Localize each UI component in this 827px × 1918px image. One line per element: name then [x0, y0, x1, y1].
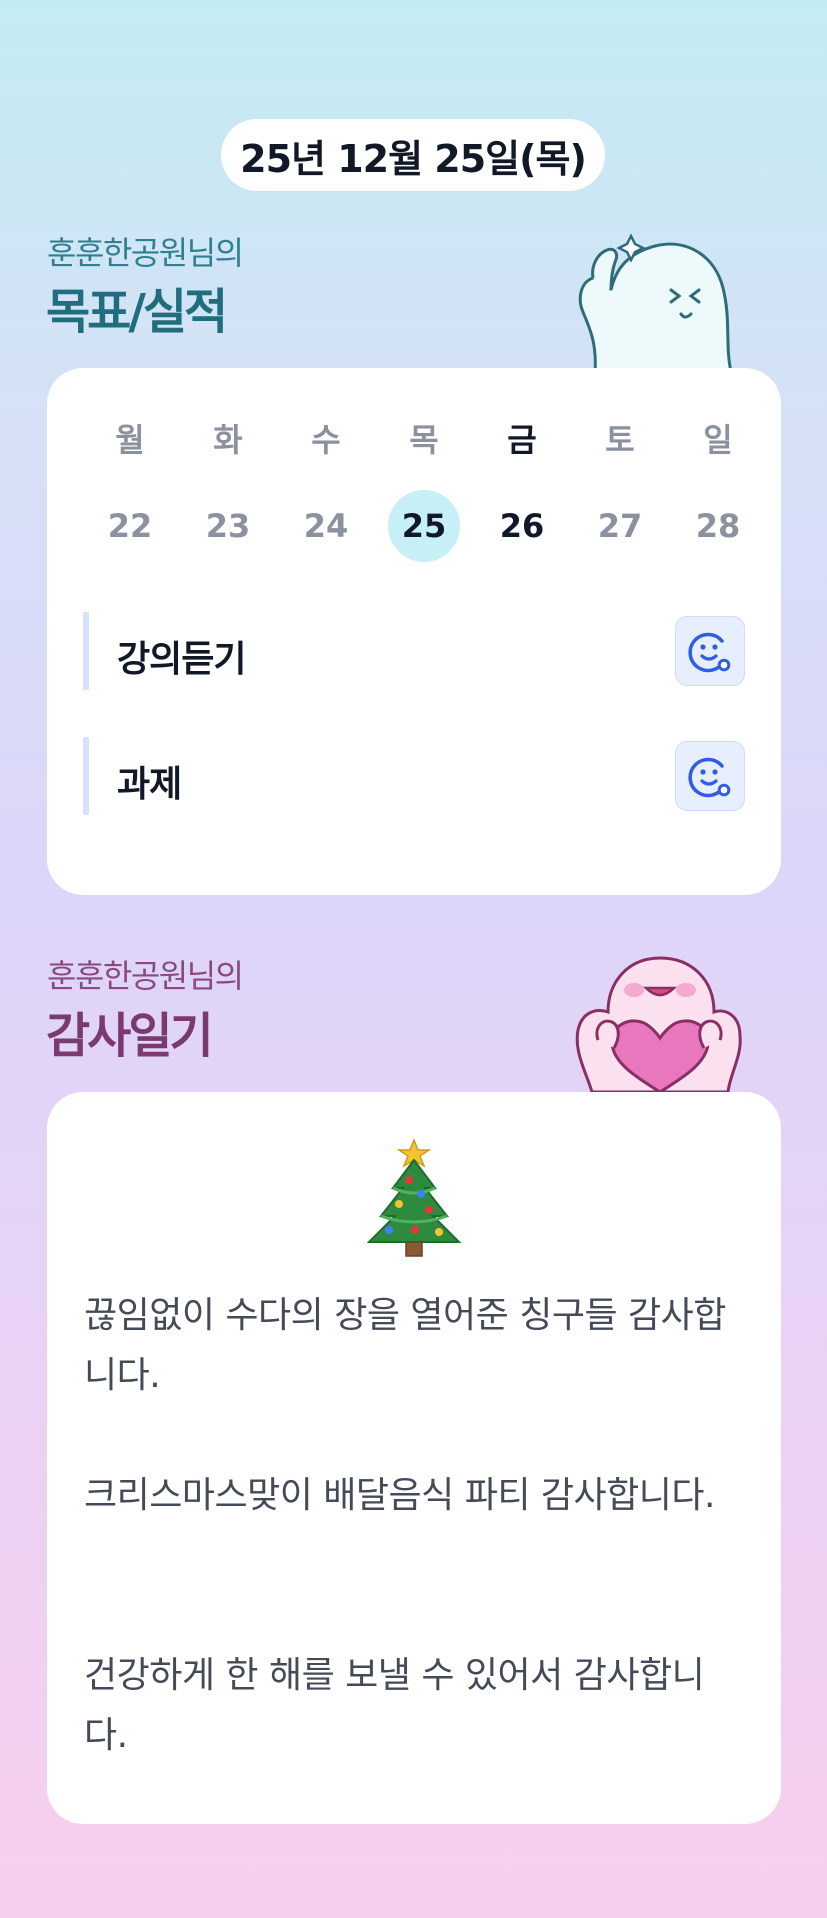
- day-number: 24: [303, 507, 349, 545]
- smiley-face-icon: [688, 632, 731, 673]
- goal-item[interactable]: 과제: [83, 737, 745, 815]
- day-button[interactable]: 28: [669, 490, 767, 562]
- diary-section-title: 감사일기: [46, 1008, 214, 1064]
- smiley-face-icon: [688, 757, 731, 798]
- diary-entry: 크리스마스맞이 배달음식 파티 감사합니다.: [84, 1475, 715, 1516]
- day-button[interactable]: 23: [179, 490, 277, 562]
- diary-card: 끊임없이 수다의 장을 열어준 칭구들 감사합니다. 크리스마스맞이 배달음식 …: [47, 1092, 781, 1824]
- pink-mascot-heart-icon: [575, 956, 742, 1092]
- day-number: 22: [107, 507, 153, 545]
- goal-card: 월 화 수 목 금 토 일 22 23 24 25 26 27 28 강의듣기 …: [47, 368, 781, 895]
- day-number: 26: [499, 507, 545, 545]
- day-button[interactable]: 27: [571, 490, 669, 562]
- date-selector[interactable]: 25년 12월 25일(목): [221, 119, 605, 191]
- weekday-label: 수: [311, 421, 341, 459]
- ghost-mascot-icon: [578, 233, 733, 372]
- diary-entry: 건강하게 한 해를 보낼 수 있어서 감사합니다.: [84, 1655, 705, 1756]
- goal-indicator-bar: [83, 612, 89, 690]
- day-number: 23: [205, 507, 251, 545]
- day-button[interactable]: 24: [277, 490, 375, 562]
- weekday-label: 토: [605, 421, 635, 459]
- day-number: 28: [695, 507, 741, 545]
- day-button[interactable]: 22: [81, 490, 179, 562]
- goal-indicator-bar: [83, 737, 89, 815]
- date-label: 25년 12월 25일(목): [240, 136, 587, 181]
- day-number: 27: [597, 507, 643, 545]
- day-number: 25: [388, 490, 460, 562]
- weekday-row: 월 화 수 목 금 토 일: [81, 420, 767, 460]
- weekday-label: 목: [409, 421, 439, 459]
- goal-rating-button[interactable]: [675, 616, 745, 686]
- diary-section-subtitle: 훈훈한공원님의: [47, 957, 244, 995]
- weekday-label: 화: [213, 421, 243, 459]
- goal-section-title: 목표/실적: [46, 284, 228, 340]
- day-button-selected[interactable]: 25: [375, 490, 473, 562]
- day-number-row: 22 23 24 25 26 27 28: [81, 490, 767, 562]
- weekday-label: 금: [507, 421, 537, 459]
- weekday-label: 일: [703, 421, 733, 459]
- goal-label: 강의듣기: [117, 639, 246, 680]
- christmas-tree-icon: [366, 1138, 462, 1257]
- weekday-label: 월: [115, 421, 145, 459]
- goal-rating-button[interactable]: [675, 741, 745, 811]
- goal-section-subtitle: 훈훈한공원님의: [47, 234, 244, 272]
- day-button[interactable]: 26: [473, 490, 571, 562]
- diary-entry: 끊임없이 수다의 장을 열어준 칭구들 감사합니다.: [84, 1295, 726, 1396]
- goal-item[interactable]: 강의듣기: [83, 612, 745, 690]
- goal-label: 과제: [117, 764, 182, 805]
